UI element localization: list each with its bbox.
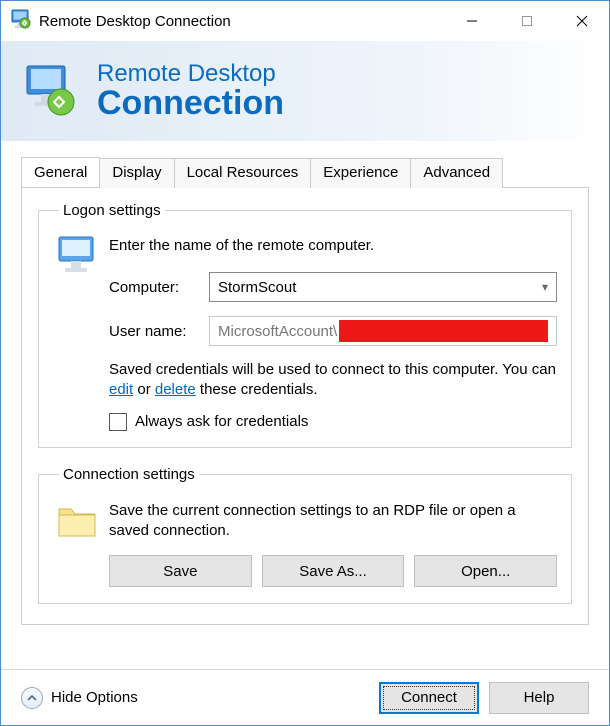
window-title: Remote Desktop Connection bbox=[39, 13, 231, 30]
tab-display[interactable]: Display bbox=[99, 158, 174, 188]
always-ask-row[interactable]: Always ask for credentials bbox=[109, 413, 557, 431]
tab-local-resources[interactable]: Local Resources bbox=[174, 158, 312, 188]
monitor-icon bbox=[53, 233, 109, 285]
help-button[interactable]: Help bbox=[489, 682, 589, 714]
maximize-button[interactable] bbox=[499, 1, 554, 41]
save-button[interactable]: Save bbox=[109, 555, 252, 587]
title-bar: Remote Desktop Connection bbox=[1, 1, 609, 41]
username-field[interactable]: MicrosoftAccount\ bbox=[209, 316, 557, 346]
delete-credentials-link[interactable]: delete bbox=[155, 381, 196, 398]
rdp-hero-icon bbox=[23, 64, 77, 118]
footer-bar: Hide Options Connect Help bbox=[1, 669, 609, 725]
header-line2: Connection bbox=[97, 86, 284, 122]
computer-label: Computer: bbox=[109, 279, 209, 296]
open-button[interactable]: Open... bbox=[414, 555, 557, 587]
header-line1: Remote Desktop bbox=[97, 61, 284, 86]
logon-settings-group: Logon settings Enter the name of the rem… bbox=[38, 202, 572, 448]
close-button[interactable] bbox=[554, 1, 609, 41]
saved-credentials-text: Saved credentials will be used to connec… bbox=[109, 360, 557, 401]
logon-instruction: Enter the name of the remote computer. bbox=[109, 237, 557, 254]
connection-settings-legend: Connection settings bbox=[59, 466, 199, 483]
folder-icon bbox=[53, 497, 109, 549]
header-banner: Remote Desktop Connection bbox=[1, 41, 609, 141]
computer-combobox[interactable]: StormScout ▾ bbox=[209, 272, 557, 302]
tab-experience[interactable]: Experience bbox=[310, 158, 411, 188]
always-ask-checkbox[interactable] bbox=[109, 413, 127, 431]
username-redacted bbox=[339, 320, 548, 342]
tab-general[interactable]: General bbox=[21, 157, 100, 187]
chevron-down-icon: ▾ bbox=[542, 280, 548, 294]
connection-buttons: Save Save As... Open... bbox=[109, 555, 557, 587]
computer-value: StormScout bbox=[218, 279, 296, 296]
app-icon bbox=[11, 9, 31, 33]
hide-options-link[interactable]: Hide Options bbox=[51, 689, 138, 706]
username-prefix: MicrosoftAccount\ bbox=[218, 323, 337, 340]
tab-panel-general: Logon settings Enter the name of the rem… bbox=[21, 187, 589, 625]
window-controls bbox=[444, 1, 609, 41]
connection-settings-text: Save the current connection settings to … bbox=[109, 501, 557, 542]
username-label: User name: bbox=[109, 323, 209, 340]
tab-strip: General Display Local Resources Experien… bbox=[21, 157, 589, 187]
edit-credentials-link[interactable]: edit bbox=[109, 381, 133, 398]
connect-button[interactable]: Connect bbox=[379, 682, 479, 714]
always-ask-label: Always ask for credentials bbox=[135, 413, 308, 430]
main-content: General Display Local Resources Experien… bbox=[1, 141, 609, 669]
tab-advanced[interactable]: Advanced bbox=[410, 158, 503, 188]
logon-settings-legend: Logon settings bbox=[59, 202, 165, 219]
connection-settings-group: Connection settings Save the current con… bbox=[38, 466, 572, 605]
save-as-button[interactable]: Save As... bbox=[262, 555, 405, 587]
collapse-icon[interactable] bbox=[21, 687, 43, 709]
header-title-block: Remote Desktop Connection bbox=[97, 61, 284, 122]
minimize-button[interactable] bbox=[444, 1, 499, 41]
